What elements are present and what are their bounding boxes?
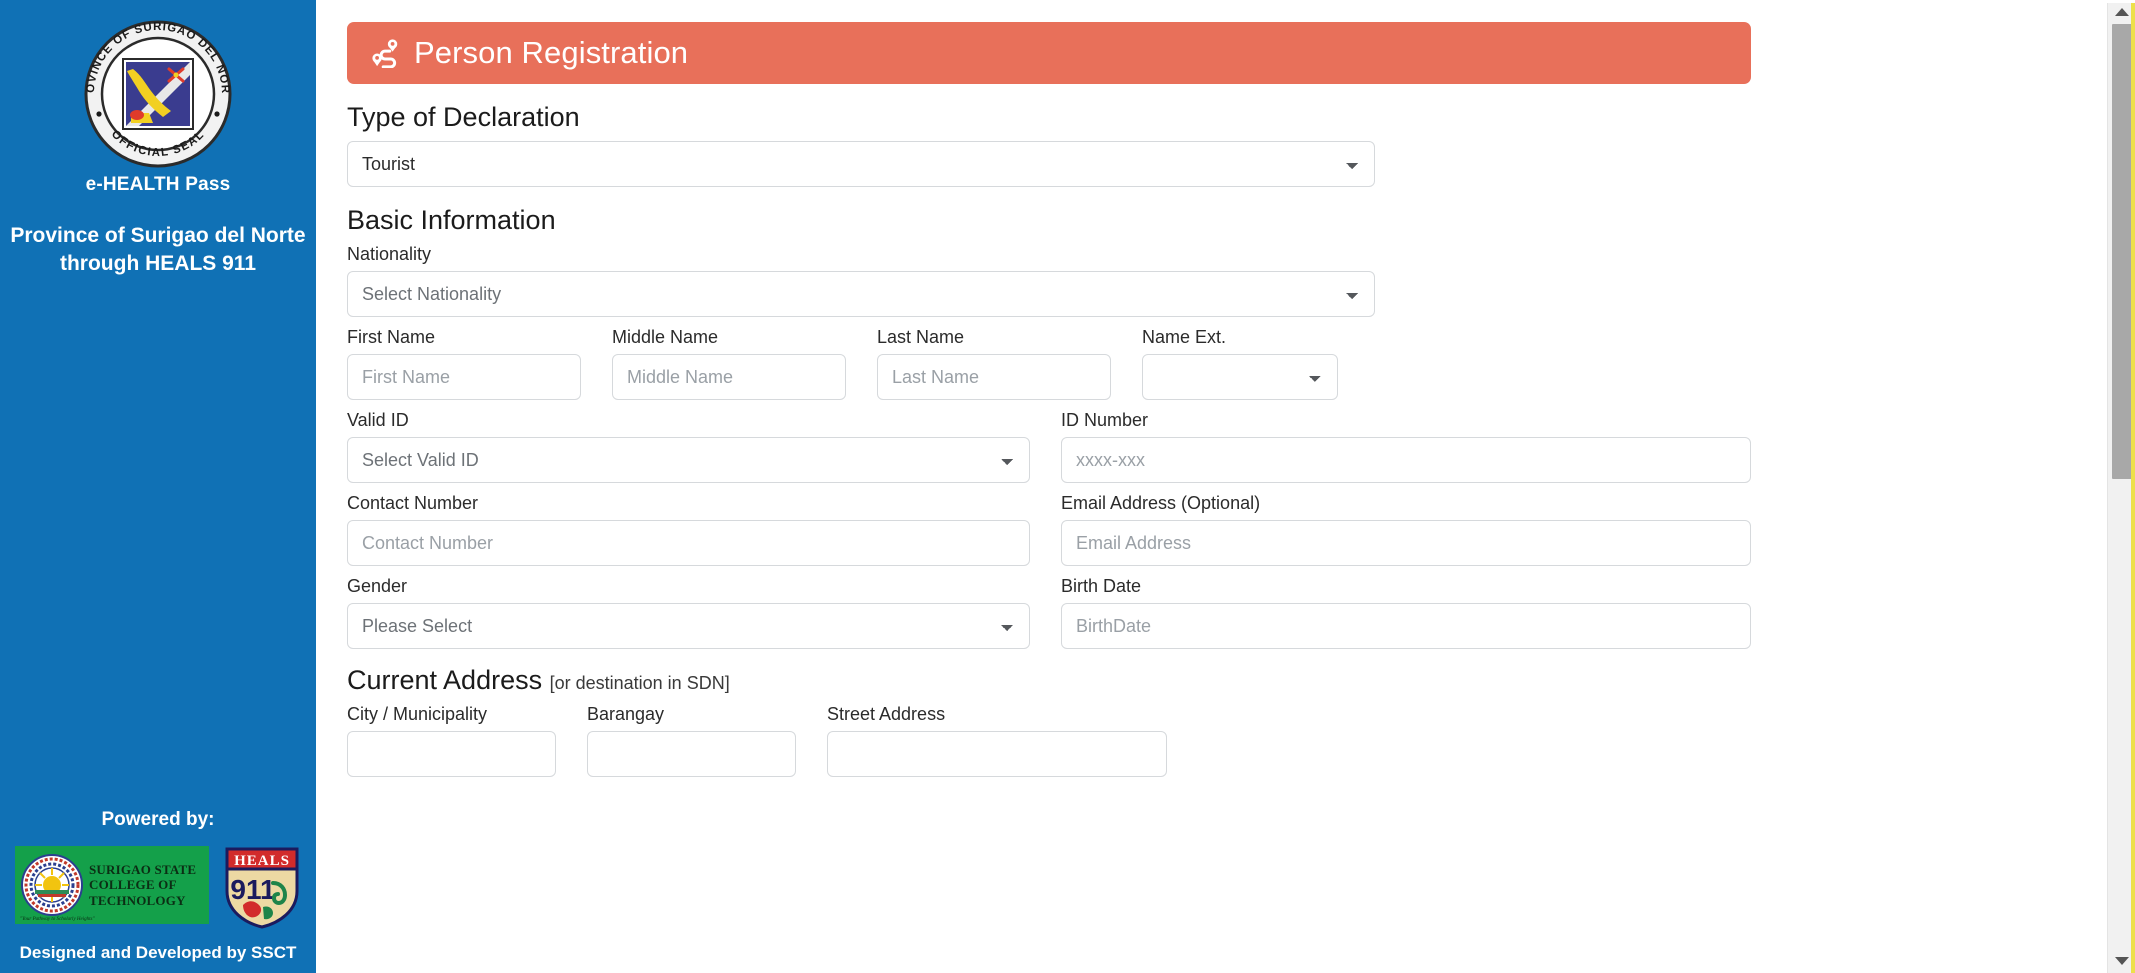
middle-name-field: Middle Name <box>612 327 877 400</box>
page-title: Person Registration <box>414 35 688 71</box>
barangay-input[interactable] <box>587 731 796 777</box>
valid-id-select[interactable]: Select Valid ID <box>347 437 1030 483</box>
sidebar-footer: Powered by: <box>0 809 316 973</box>
heals911-logo: HEALS 911 <box>223 841 301 929</box>
scrollbar-thumb[interactable] <box>2112 24 2132 479</box>
id-number-label: ID Number <box>1061 410 1751 431</box>
valid-id-field: Valid ID Select Valid ID <box>347 410 1061 483</box>
middle-name-input[interactable] <box>612 354 846 400</box>
province-seal-icon: PROVINCE OF SURIGAO DEL NORTE OFFICIAL S… <box>83 19 233 169</box>
brand-subtitle-line2: through HEALS 911 <box>8 250 308 278</box>
birth-date-field: Birth Date <box>1061 576 1751 649</box>
declaration-field: Tourist <box>347 141 1375 187</box>
city-field: City / Municipality <box>347 704 587 777</box>
declaration-section-title: Type of Declaration <box>347 102 1751 133</box>
contact-number-field: Contact Number <box>347 493 1061 566</box>
street-address-input[interactable] <box>827 731 1167 777</box>
gender-select[interactable]: Please Select <box>347 603 1030 649</box>
name-ext-field: Name Ext. <box>1142 327 1369 400</box>
scroll-down-arrow-icon[interactable] <box>2115 957 2129 965</box>
id-row: Valid ID Select Valid ID ID Number <box>347 410 1751 483</box>
gender-field: Gender Please Select <box>347 576 1061 649</box>
first-name-field: First Name <box>347 327 612 400</box>
sidebar: PROVINCE OF SURIGAO DEL NORTE OFFICIAL S… <box>0 0 316 973</box>
main-content: Person Registration Type of Declaration … <box>316 0 2135 973</box>
email-address-label: Email Address (Optional) <box>1061 493 1751 514</box>
name-ext-label: Name Ext. <box>1142 327 1369 348</box>
birth-date-label: Birth Date <box>1061 576 1751 597</box>
window-top-edge <box>316 0 2135 3</box>
address-row: City / Municipality Barangay Street Addr… <box>347 704 1751 777</box>
first-name-label: First Name <box>347 327 581 348</box>
form-container: Person Registration Type of Declaration … <box>347 22 1751 777</box>
barangay-label: Barangay <box>587 704 796 725</box>
partner-logos: SURIGAO STATE COLLEGE OF TECHNOLOGY "You… <box>15 841 301 929</box>
scroll-up-arrow-icon[interactable] <box>2115 8 2129 16</box>
current-address-label: Current Address <box>347 665 542 695</box>
gender-label: Gender <box>347 576 1030 597</box>
current-address-section-title: Current Address [or destination in SDN] <box>347 665 1751 696</box>
brand-title: e-HEALTH Pass <box>86 174 231 196</box>
first-name-input[interactable] <box>347 354 581 400</box>
birth-date-input[interactable] <box>1061 603 1751 649</box>
middle-name-label: Middle Name <box>612 327 846 348</box>
powered-by-label: Powered by: <box>102 809 215 831</box>
ssct-logo-line3: TECHNOLOGY <box>89 893 196 908</box>
province-seal-logo: PROVINCE OF SURIGAO DEL NORTE OFFICIAL S… <box>82 18 234 170</box>
street-address-field: Street Address <box>827 704 1167 777</box>
barangay-field: Barangay <box>587 704 827 777</box>
ssct-seal-icon <box>21 854 83 916</box>
street-address-label: Street Address <box>827 704 1167 725</box>
nationality-label: Nationality <box>347 244 1375 265</box>
id-number-input[interactable] <box>1061 437 1751 483</box>
last-name-field: Last Name <box>877 327 1142 400</box>
ssct-logo-line1: SURIGAO STATE <box>89 862 196 877</box>
route-icon <box>371 38 401 68</box>
id-number-field: ID Number <box>1061 410 1751 483</box>
heals911-shield-icon: HEALS 911 <box>223 841 301 929</box>
declaration-row: Tourist <box>347 141 1751 187</box>
contact-number-input[interactable] <box>347 520 1030 566</box>
ssct-logo-line2: COLLEGE OF <box>89 877 196 892</box>
last-name-label: Last Name <box>877 327 1111 348</box>
city-input[interactable] <box>347 731 556 777</box>
app-root: PROVINCE OF SURIGAO DEL NORTE OFFICIAL S… <box>0 0 2135 973</box>
contact-row: Contact Number Email Address (Optional) <box>347 493 1751 566</box>
svg-text:911: 911 <box>230 874 275 905</box>
email-address-field: Email Address (Optional) <box>1061 493 1751 566</box>
ssct-logo-text: SURIGAO STATE COLLEGE OF TECHNOLOGY <box>89 862 196 908</box>
email-address-input[interactable] <box>1061 520 1751 566</box>
contact-number-label: Contact Number <box>347 493 1030 514</box>
nationality-select[interactable]: Select Nationality <box>347 271 1375 317</box>
nationality-row: Nationality Select Nationality <box>347 244 1751 317</box>
basic-information-section-title: Basic Information <box>347 205 1751 236</box>
type-of-declaration-select[interactable]: Tourist <box>347 141 1375 187</box>
svg-text:HEALS: HEALS <box>234 853 290 869</box>
nationality-field: Nationality Select Nationality <box>347 244 1375 317</box>
gender-birth-row: Gender Please Select Birth Date <box>347 576 1751 649</box>
name-ext-select[interactable] <box>1142 354 1338 400</box>
city-label: City / Municipality <box>347 704 556 725</box>
ssct-motto: "Your Pathway to Scholarly Heights" <box>20 917 95 922</box>
window-right-edge <box>2131 0 2135 973</box>
ssct-logo: SURIGAO STATE COLLEGE OF TECHNOLOGY "You… <box>15 846 209 924</box>
brand-subtitle: Province of Surigao del Norte through HE… <box>8 222 308 277</box>
valid-id-label: Valid ID <box>347 410 1030 431</box>
name-row: First Name Middle Name Last Name Name Ex… <box>347 327 1751 400</box>
page-header: Person Registration <box>347 22 1751 84</box>
current-address-note: [or destination in SDN] <box>550 673 730 693</box>
brand-subtitle-line1: Province of Surigao del Norte <box>8 222 308 250</box>
last-name-input[interactable] <box>877 354 1111 400</box>
designed-by-label: Designed and Developed by SSCT <box>20 943 297 963</box>
